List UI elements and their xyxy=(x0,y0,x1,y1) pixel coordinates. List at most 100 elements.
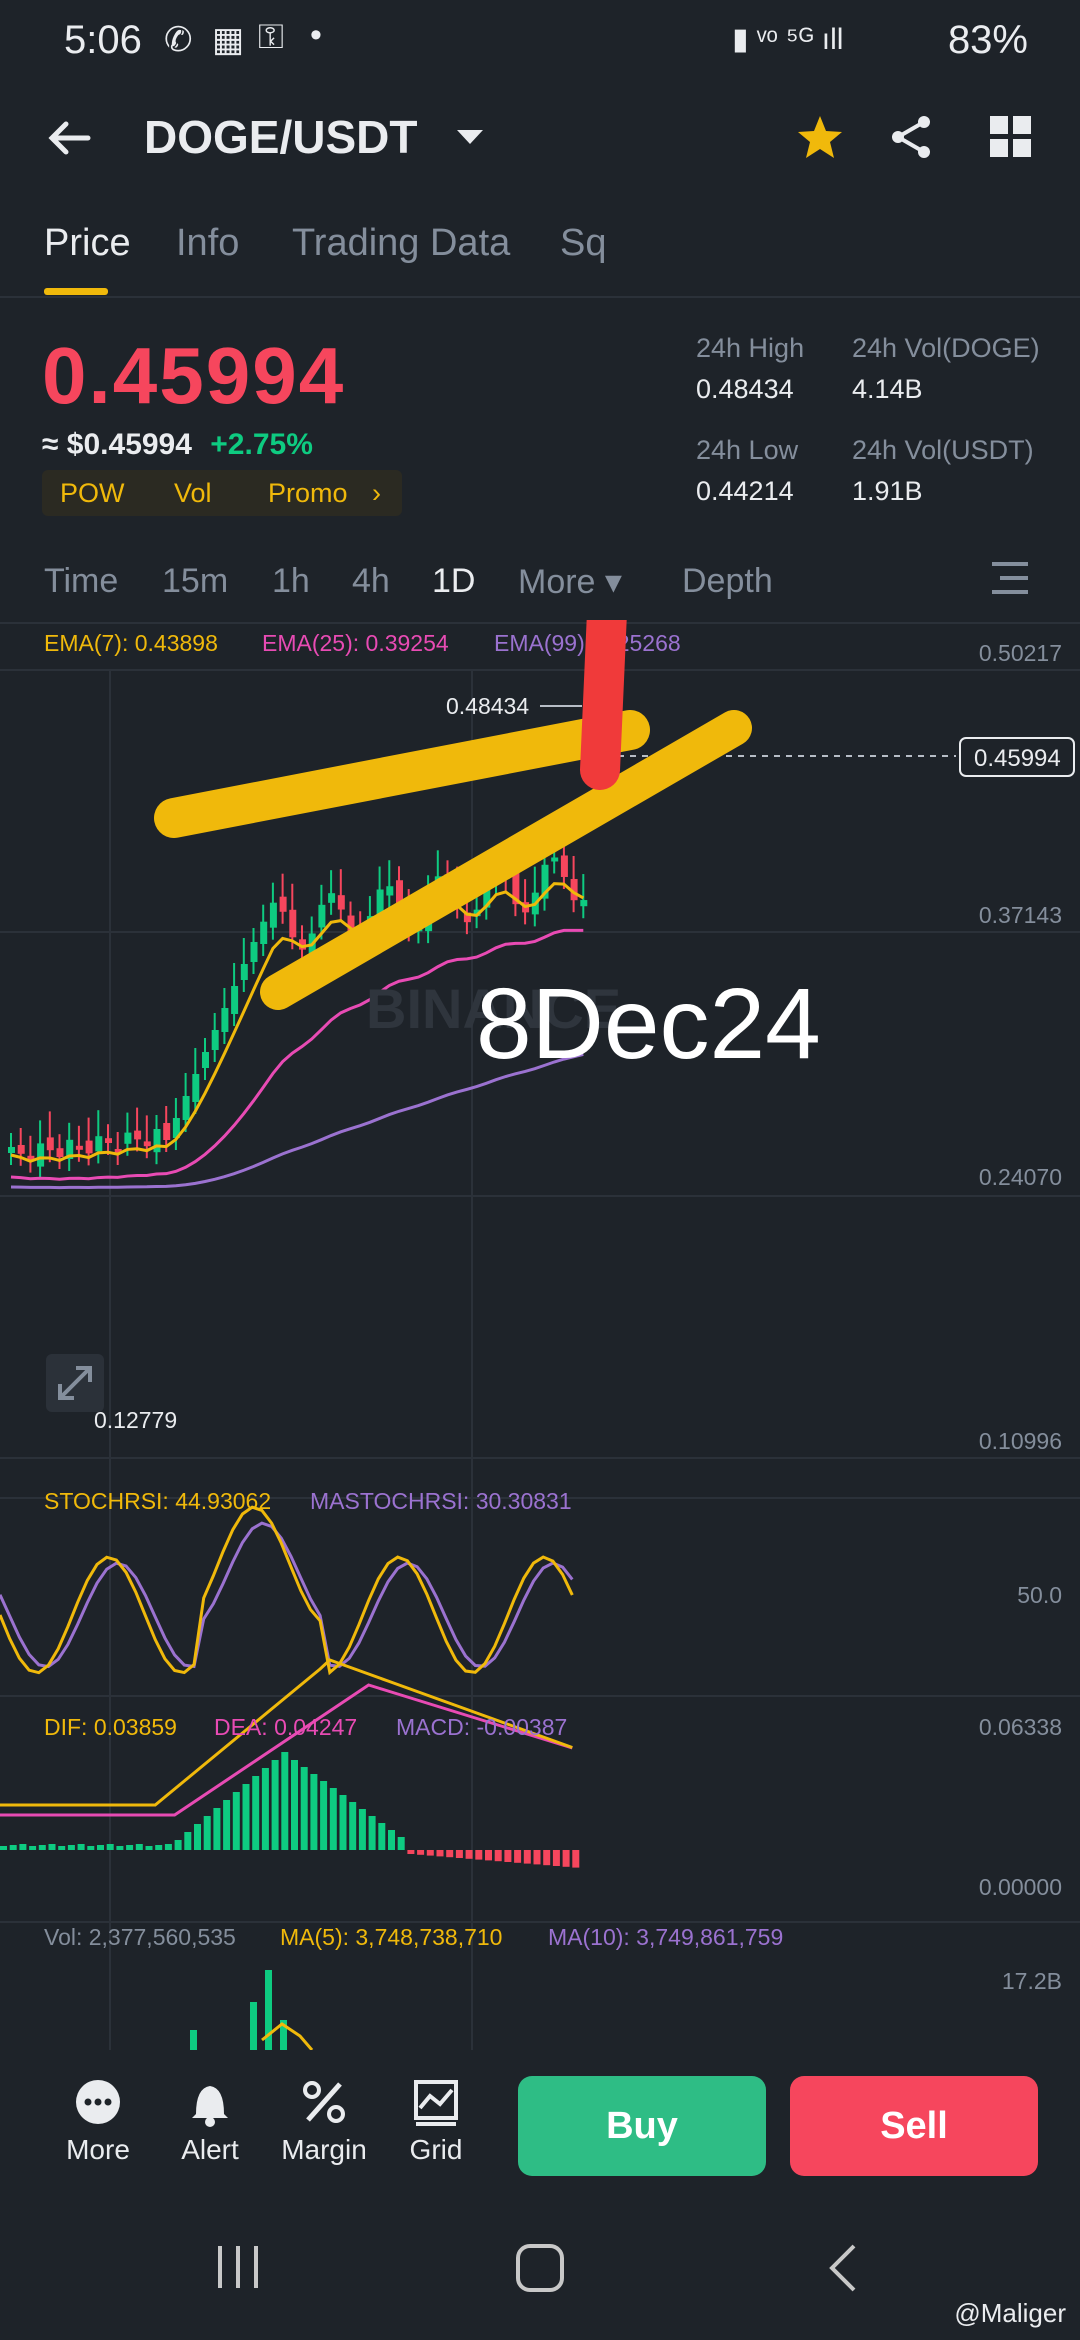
expand-icon[interactable] xyxy=(46,1354,104,1412)
macd-histogram-bar xyxy=(523,1850,531,1864)
macd-axis-zero: 0.00000 xyxy=(978,1874,1062,1900)
high-value: 0.48434 xyxy=(696,374,794,404)
candle-body xyxy=(95,1136,103,1152)
candle-body xyxy=(250,942,258,962)
margin-button[interactable]: Margin xyxy=(274,2076,374,2166)
chart-area[interactable]: BINANCE 0.48434 0.12779 8Dec24 0.45994 xyxy=(0,620,1080,2050)
macd-histogram-bar xyxy=(29,1846,37,1850)
vol-ma10-label: MA(10): 3,749,861,759 xyxy=(548,1924,784,1950)
low-label: 24h Low xyxy=(696,435,799,465)
tf-more[interactable]: More ▾ xyxy=(518,562,622,602)
vol-ma5-label: MA(5): 3,748,738,710 xyxy=(280,1924,503,1950)
usd-value: ≈ $0.45994 xyxy=(42,428,192,461)
macd-histogram-bar xyxy=(475,1850,483,1860)
tf-4h[interactable]: 4h xyxy=(352,562,390,601)
tf-time[interactable]: Time xyxy=(44,562,118,601)
macd-histogram-bar xyxy=(485,1850,492,1861)
alert-label: Alert xyxy=(181,2134,239,2165)
star-icon[interactable] xyxy=(796,114,844,160)
macd-histogram-bar xyxy=(436,1850,444,1857)
tag-pow[interactable]: POW xyxy=(60,478,125,509)
macd-histogram-bar xyxy=(378,1823,386,1850)
whatsapp-icon: ✆ xyxy=(164,21,193,59)
tab-trading-data[interactable]: Trading Data xyxy=(292,222,510,265)
macd-histogram-bar xyxy=(9,1845,17,1850)
candle-body xyxy=(328,893,336,903)
macd-histogram-bar xyxy=(562,1850,570,1867)
chart-settings-icon[interactable] xyxy=(990,560,1030,596)
macd-histogram-bar xyxy=(494,1850,502,1862)
home-icon[interactable] xyxy=(514,2242,566,2294)
tab-indicator xyxy=(44,288,108,295)
buy-button[interactable]: Buy xyxy=(518,2076,766,2176)
macd-histogram-bar xyxy=(446,1850,454,1858)
candle-body xyxy=(8,1147,15,1153)
status-time: 5:06 xyxy=(64,18,142,62)
tf-15m[interactable]: 15m xyxy=(162,562,228,601)
tab-square[interactable]: Sq xyxy=(560,222,606,265)
tf-depth[interactable]: Depth xyxy=(682,562,773,601)
macd-histogram-bar xyxy=(0,1846,7,1850)
mastochrsi-line xyxy=(0,1521,574,1669)
mastochrsi-label: MASTOCHRSI: 30.30831 xyxy=(310,1488,572,1514)
credit-watermark: @Maliger xyxy=(954,2298,1066,2328)
macd-histogram-bar xyxy=(252,1776,260,1850)
candle-body xyxy=(124,1132,132,1144)
candle-body xyxy=(386,886,394,896)
candle-body xyxy=(85,1140,93,1154)
tag-pill[interactable]: POW Vol Promo › xyxy=(42,470,402,516)
bell-icon xyxy=(192,2086,228,2127)
macd-histogram-bar xyxy=(514,1850,522,1863)
candle-body xyxy=(279,896,287,912)
axis-price-4: 0.10996 xyxy=(978,1428,1062,1454)
tf-1d[interactable]: 1D xyxy=(432,562,475,601)
macd-histogram-bar xyxy=(261,1768,269,1850)
macd-histogram-bar xyxy=(77,1844,85,1850)
macd-histogram-bar xyxy=(87,1846,95,1850)
vol-axis: 17.2B xyxy=(1001,1968,1062,1994)
stochrsi-axis: 50.0 xyxy=(1017,1582,1062,1608)
macd-histogram-bar xyxy=(543,1850,551,1866)
tag-promo[interactable]: Promo xyxy=(268,478,348,509)
back-nav-icon[interactable] xyxy=(824,2242,860,2294)
tab-info[interactable]: Info xyxy=(176,222,239,265)
share-icon[interactable] xyxy=(888,114,934,160)
candle-body xyxy=(163,1123,171,1140)
macd-histogram-bar xyxy=(455,1850,463,1858)
upper-trendline xyxy=(154,710,650,838)
macd-histogram-bar xyxy=(329,1788,337,1850)
pair-title[interactable]: DOGE/USDT xyxy=(144,110,417,164)
candle-body xyxy=(37,1143,45,1167)
sell-button[interactable]: Sell xyxy=(790,2076,1038,2176)
candle-body xyxy=(182,1096,190,1120)
grid-menu-icon[interactable] xyxy=(990,116,1032,158)
grid-label: Grid xyxy=(409,2134,463,2165)
volume-bar xyxy=(250,2002,257,2050)
macd-histogram-bar xyxy=(164,1844,172,1850)
more-button[interactable]: More xyxy=(48,2076,148,2166)
candle-body xyxy=(105,1138,112,1143)
vol-doge-value: 4.14B xyxy=(852,374,923,404)
macd-histogram-bar xyxy=(184,1832,192,1850)
tf-1h[interactable]: 1h xyxy=(272,562,310,601)
low-value: 0.44214 xyxy=(696,476,794,506)
recent-apps-icon[interactable] xyxy=(214,2244,264,2290)
macd-histogram-bar xyxy=(155,1845,163,1850)
red-arrow-shaft xyxy=(580,620,627,790)
alert-button[interactable]: Alert xyxy=(160,2076,260,2166)
chevron-down-icon[interactable] xyxy=(455,128,485,148)
more-icon xyxy=(76,2080,120,2124)
signal-icons: ▮ ᵛᵒ ⁵ᴳ ıll xyxy=(732,23,844,56)
usd-price: ≈ $0.45994 +2.75% xyxy=(42,428,313,462)
back-arrow-icon[interactable] xyxy=(44,118,94,158)
candle-body xyxy=(269,902,277,928)
tab-price[interactable]: Price xyxy=(44,222,131,265)
macd-histogram-bar xyxy=(572,1850,580,1868)
macd-histogram-bar xyxy=(300,1767,308,1850)
chevron-right-icon[interactable]: › xyxy=(372,478,381,509)
candle-body xyxy=(202,1052,209,1068)
tag-vol[interactable]: Vol xyxy=(174,478,212,509)
current-price-tag: 0.45994 xyxy=(974,745,1061,772)
candle-body xyxy=(318,904,326,928)
grid-button[interactable]: Grid xyxy=(386,2076,486,2166)
